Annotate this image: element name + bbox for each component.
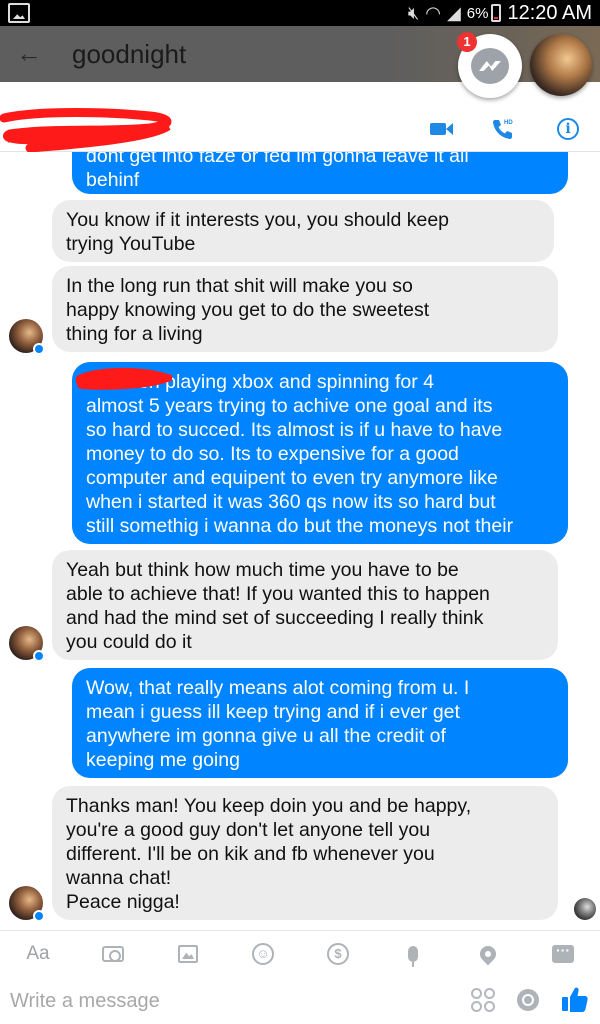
gallery-notification-icon: [8, 3, 30, 23]
info-icon[interactable]: i: [555, 116, 581, 142]
contact-avatar[interactable]: [9, 319, 45, 355]
text-format-icon[interactable]: Aa: [24, 941, 52, 967]
status-bar: 🔇︎ ◠ ◢ 6% 12:20 AM: [0, 0, 600, 26]
like-thumb-icon[interactable]: [560, 984, 590, 1014]
search-icon[interactable]: [517, 989, 539, 1011]
messenger-badge-icon: [33, 650, 45, 662]
message-bubble-outgoing[interactable]: dont get into faze or fed im gonna leave…: [72, 152, 568, 194]
back-arrow-icon[interactable]: ←: [16, 38, 42, 69]
phone-hd-icon[interactable]: HD: [490, 116, 516, 142]
sticker-icon[interactable]: [471, 988, 495, 1012]
status-time: 12:20 AM: [507, 1, 592, 24]
message-bubble-incoming[interactable]: You know if it interests you, you should…: [52, 200, 554, 262]
unread-badge: 1: [457, 32, 477, 52]
messenger-badge-icon: [33, 910, 45, 922]
contact-chathead-avatar[interactable]: [530, 34, 592, 96]
payment-icon[interactable]: $: [324, 941, 352, 967]
message-bubble-incoming[interactable]: Yeah but think how much time you have to…: [52, 550, 558, 660]
messenger-icon: [471, 48, 509, 84]
microphone-icon[interactable]: [399, 941, 427, 967]
gallery-icon[interactable]: [174, 941, 202, 967]
wifi-icon: ◠: [425, 2, 441, 23]
video-call-icon[interactable]: [428, 116, 454, 142]
status-icons: 🔇︎ ◠ ◢ 6% 12:20 AM: [408, 0, 592, 26]
battery-percent: 6%: [466, 4, 489, 22]
page-title: goodnight: [72, 39, 187, 69]
camera-icon[interactable]: [99, 941, 127, 967]
seen-indicator-avatar: [574, 898, 596, 920]
chat-card-header: ACTIVE NOW HD i: [0, 104, 600, 152]
message-bubble-incoming[interactable]: Thanks man! You keep doin you and be hap…: [52, 786, 558, 920]
message-input[interactable]: [10, 986, 450, 1016]
emoji-icon[interactable]: ☺: [249, 941, 277, 967]
message-bubble-outgoing[interactable]: Wow, that really means alot coming from …: [72, 668, 568, 778]
redaction-scribble: [76, 367, 172, 390]
composer-input-row: [0, 976, 600, 1024]
battery-icon: [491, 4, 502, 22]
signal-icon: ◢: [446, 2, 461, 23]
svg-text:HD: HD: [504, 120, 513, 126]
battery-indicator: 6%: [467, 4, 502, 22]
more-icon[interactable]: ···: [549, 941, 577, 967]
location-icon[interactable]: [474, 941, 502, 967]
contact-avatar[interactable]: [9, 626, 45, 662]
message-bubble-incoming[interactable]: In the long run that shit will make you …: [52, 266, 558, 352]
redaction-scribble: [0, 108, 172, 152]
messenger-badge-icon: [33, 343, 45, 355]
message-list[interactable]: dont get into faze or fed im gonna leave…: [0, 152, 600, 930]
mute-icon: 🔇︎: [407, 2, 420, 23]
composer-toolbar: Aa ☺ $ ···: [0, 930, 600, 976]
contact-avatar[interactable]: [9, 886, 45, 922]
